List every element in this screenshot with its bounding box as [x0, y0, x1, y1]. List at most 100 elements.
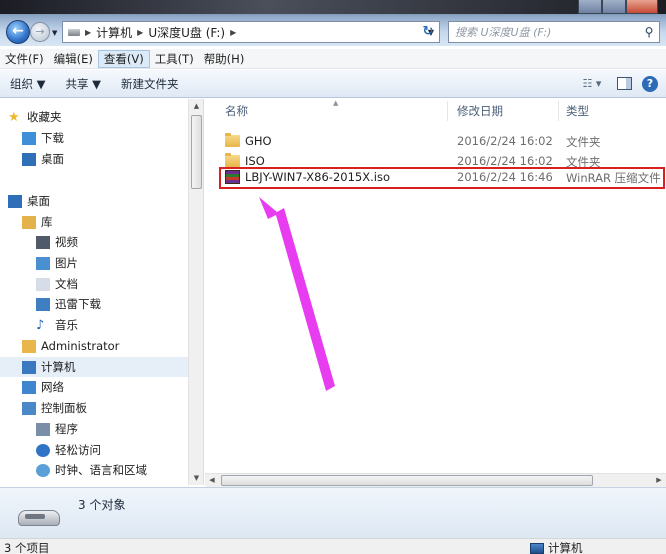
thunder-download-icon [36, 297, 50, 311]
file-name-label: GHO [245, 134, 272, 148]
user-folder-icon [22, 339, 36, 353]
window-controls [578, 0, 658, 14]
scroll-down-icon[interactable]: ▼ [189, 471, 203, 485]
column-divider[interactable] [558, 101, 559, 121]
breadcrumb-drive[interactable]: U深度U盘 (F:) [145, 24, 228, 41]
sidebar-item-label: 网络 [41, 380, 64, 394]
column-divider[interactable] [447, 101, 448, 121]
breadcrumb-computer[interactable]: 计算机 [93, 24, 135, 41]
sidebar-item-label: 图片 [55, 256, 78, 270]
menu-edit[interactable]: 编辑(E) [49, 50, 98, 68]
usb-drive-icon [18, 510, 60, 526]
sidebar-item-label: 计算机 [41, 360, 76, 374]
folder-icon [225, 133, 240, 147]
sidebar-item[interactable]: 桌面 [0, 191, 188, 211]
sidebar-item[interactable]: 下载 [0, 128, 188, 148]
back-button[interactable]: ← [6, 20, 30, 44]
picture-icon [36, 256, 50, 270]
item-count: 3 个项目 [4, 541, 50, 554]
sidebar-item[interactable]: 程序 [0, 419, 188, 439]
search-input[interactable]: 搜索 U深度U盘 (F:) [449, 24, 639, 40]
title-bar-top [0, 0, 666, 14]
scroll-right-icon[interactable]: ▶ [652, 474, 666, 487]
library-icon [22, 215, 36, 229]
scroll-thumb[interactable] [221, 475, 593, 486]
horizontal-scrollbar[interactable]: ◀ ▶ [205, 473, 666, 487]
file-date: 2016/2/24 16:02 [457, 134, 553, 148]
forward-arrow-icon: → [35, 25, 45, 38]
programs-icon [36, 422, 50, 436]
scroll-thumb[interactable] [191, 115, 202, 189]
minimize-button[interactable] [578, 0, 602, 14]
sidebar-item[interactable]: 控制面板 [0, 398, 188, 418]
details-pane: 3 个对象 [0, 487, 666, 538]
organize-button[interactable]: 组织 ▼ [0, 76, 56, 92]
breadcrumb-chevron-icon[interactable]: ▶ [135, 28, 145, 37]
address-bar[interactable]: ▶ 计算机 ▶ U深度U盘 (F:) ▶ ▼ [62, 21, 440, 43]
file-type: 文件夹 [566, 135, 601, 149]
preview-pane-icon[interactable] [617, 77, 632, 90]
file-list: ▲ 名称 修改日期 类型 GHO 2016/2/24 16:02 文件夹 ISO 201… [205, 99, 666, 485]
download-folder-icon [22, 131, 36, 145]
sidebar-scrollbar[interactable]: ▲ ▼ [188, 99, 203, 485]
close-button[interactable] [625, 0, 658, 14]
sidebar-item[interactable]: 文档 [0, 274, 188, 294]
file-name-label: LBJY-WIN7-X86-2015X.iso [245, 170, 390, 184]
column-date[interactable]: 修改日期 [457, 99, 503, 123]
sidebar-item[interactable]: ♪ 音乐 [0, 315, 188, 335]
file-type: WinRAR 压缩文件 [566, 171, 661, 185]
sidebar-item[interactable]: Administrator [0, 336, 188, 356]
sidebar-item-label: 控制面板 [41, 401, 87, 415]
sidebar-item[interactable]: 计算机 [0, 357, 188, 377]
menu-view[interactable]: 查看(V) [97, 49, 150, 68]
column-name[interactable]: 名称 [225, 99, 248, 123]
menu-tools[interactable]: 工具(T) [150, 50, 199, 68]
change-view-icon[interactable]: ☷ ▾ [577, 77, 607, 90]
sidebar-item[interactable]: 库 [0, 212, 188, 232]
scroll-up-icon[interactable]: ▲ [189, 99, 203, 113]
breadcrumb-chevron-icon[interactable]: ▶ [83, 28, 93, 37]
accessibility-icon [36, 443, 50, 457]
sidebar-item-label: 文档 [55, 277, 78, 291]
sort-ascending-icon: ▲ [333, 99, 339, 107]
sidebar-item-label: 桌面 [27, 194, 50, 208]
document-icon [36, 277, 50, 291]
file-name[interactable]: LBJY-WIN7-X86-2015X.iso [225, 170, 390, 184]
new-folder-button[interactable]: 新建文件夹 [111, 76, 189, 92]
object-count: 3 个对象 [78, 498, 126, 512]
sidebar-item[interactable]: 迅雷下载 [0, 294, 188, 314]
computer-icon [530, 542, 544, 554]
column-type[interactable]: 类型 [566, 99, 589, 123]
sidebar-item-label: 轻松访问 [55, 443, 101, 457]
breadcrumb-chevron-icon[interactable]: ▶ [228, 28, 238, 37]
sidebar-item[interactable]: 时钟、语言和区域 [0, 460, 188, 480]
help-icon[interactable]: ? [642, 75, 658, 92]
computer-icon [22, 360, 36, 374]
file-row[interactable]: GHO 2016/2/24 16:02 文件夹 [219, 131, 665, 151]
sidebar-item-label: 库 [41, 215, 53, 229]
recent-pages-dropdown[interactable]: ▼ [52, 29, 60, 37]
sidebar-item[interactable]: 图片 [0, 253, 188, 273]
folder-icon [225, 153, 240, 167]
maximize-button[interactable] [601, 0, 626, 14]
search-icon[interactable]: ⚲ [639, 25, 659, 39]
forward-button[interactable]: → [30, 22, 50, 42]
clock-icon [36, 463, 50, 477]
menu-help[interactable]: 帮助(H) [199, 50, 250, 68]
sidebar-item-label: 音乐 [55, 318, 78, 332]
file-name[interactable]: ISO [225, 153, 265, 168]
menu-file[interactable]: 文件(F) [0, 50, 49, 68]
sidebar-item[interactable]: 视频 [0, 232, 188, 252]
video-icon [36, 235, 50, 249]
scroll-left-icon[interactable]: ◀ [205, 474, 219, 487]
sidebar-item[interactable]: 轻松访问 [0, 440, 188, 460]
sidebar-item[interactable]: 网络 [0, 377, 188, 397]
sidebar-item[interactable]: ★ 收藏夹 [0, 107, 188, 127]
file-row[interactable]: LBJY-WIN7-X86-2015X.iso 2016/2/24 16:46 Wi… [219, 167, 665, 189]
share-button[interactable]: 共享 ▼ [56, 76, 112, 92]
refresh-icon[interactable]: ↻ [418, 22, 438, 42]
search-box[interactable]: 搜索 U深度U盘 (F:) ⚲ [448, 21, 660, 43]
file-name[interactable]: GHO [225, 133, 272, 148]
sidebar-item[interactable]: 桌面 [0, 149, 188, 169]
desktop-icon [22, 152, 36, 166]
